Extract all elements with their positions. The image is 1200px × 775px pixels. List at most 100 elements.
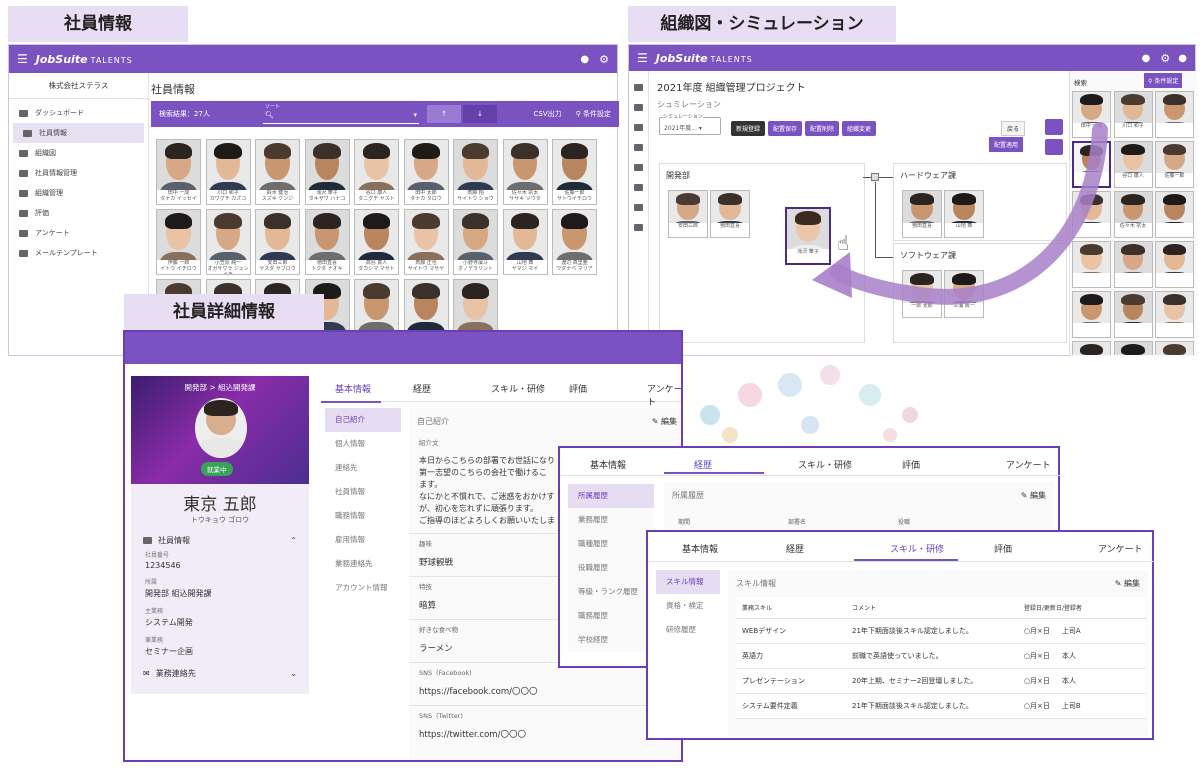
sort-desc-button[interactable]: ↓ xyxy=(463,105,497,123)
sidebar-item-6[interactable]: アンケート xyxy=(9,223,148,243)
table-row[interactable]: 英語力 前職で英語使っていました。 ○月×日 本人 xyxy=(736,643,1146,669)
user-icon[interactable]: ● xyxy=(1178,53,1187,64)
org-button-0[interactable]: 新規登録 xyxy=(731,121,766,136)
info-section-header[interactable]: 社員情報 ⌃ xyxy=(131,525,309,550)
subnav-item-7[interactable]: アカウント情報 xyxy=(325,576,401,600)
sidebar-item-3[interactable]: 社員情報管理 xyxy=(9,163,148,183)
employee-photo[interactable]: 徳田直喜 xyxy=(710,190,750,238)
edit-button[interactable]: ✎ 編集 xyxy=(1115,578,1140,589)
employee-photo[interactable]: 斎藤 翔サイトウ ショウ xyxy=(453,139,498,205)
employee-photo[interactable]: 渡辺 真里亜 ワタナベ マリア xyxy=(552,209,597,275)
edit-button[interactable]: ✎ 編集 xyxy=(1021,490,1046,501)
employee-photo[interactable] xyxy=(1155,91,1194,138)
employee-photo[interactable]: 小笠原 純一 xyxy=(1113,341,1153,355)
org-chart-icon[interactable] xyxy=(634,124,643,131)
menu-icon[interactable]: ☰ xyxy=(637,51,648,65)
employee-photo[interactable] xyxy=(1155,291,1194,338)
employee-photo[interactable]: 斎藤 正也 サイトウ マサヤ xyxy=(403,209,449,275)
subnav-item-4[interactable]: 等級・ランク履歴 xyxy=(568,580,654,604)
sort-asc-button[interactable]: ↑ xyxy=(427,105,461,123)
subnav-item-1[interactable]: 業務履歴 xyxy=(568,508,654,532)
survey-icon[interactable] xyxy=(634,204,643,211)
subnav-item-0[interactable]: 所属履歴 xyxy=(568,484,654,508)
sidebar-item-7[interactable]: メールテンプレート xyxy=(9,243,148,263)
employee-photo[interactable]: 安田三郎 xyxy=(668,190,708,238)
employee-photo[interactable] xyxy=(1155,191,1194,238)
org-manage-icon[interactable] xyxy=(634,164,643,171)
subnav-item-5[interactable]: 雇用情報 xyxy=(325,528,401,552)
employee-photo[interactable] xyxy=(1155,241,1194,288)
subnav-item-5[interactable]: 職務履歴 xyxy=(568,604,654,628)
tab-2[interactable]: スキル・研修 xyxy=(491,382,545,395)
employee-photo[interactable]: 田中 一成 タナカ イッセイ xyxy=(156,139,201,205)
filter-button[interactable]: ⚲ 条件設定 xyxy=(576,109,611,119)
employee-photo[interactable]: 滝沢 華子 タキザワ ハナコ xyxy=(304,139,350,205)
sidebar-item-2[interactable]: 組織図 xyxy=(9,143,148,163)
employee-photo[interactable]: 小笠原 純一 オガサワラ ジュンイチ xyxy=(205,209,251,275)
subnav-item-1[interactable]: 資格・検定 xyxy=(656,594,720,618)
mail-template-icon[interactable] xyxy=(634,224,643,231)
employee-photo[interactable]: 佐々木 宗太 ササキ ソウタ xyxy=(502,139,548,205)
subnav-item-3[interactable]: 役職履歴 xyxy=(568,556,654,580)
employee-photo[interactable]: 谷口 康人 タニグチ ヤスト xyxy=(354,139,399,205)
subnav-item-2[interactable]: 研修履歴 xyxy=(656,618,720,642)
employee-photo[interactable] xyxy=(1155,341,1194,355)
sidebar-item-5[interactable]: 評価 xyxy=(9,203,148,223)
tab-3[interactable]: 評価 xyxy=(902,458,920,471)
trophy-icon[interactable] xyxy=(634,184,643,191)
subnav-item-2[interactable]: 連絡先 xyxy=(325,456,401,480)
tab-1[interactable]: 経歴 xyxy=(786,542,804,555)
sidebar-item-0[interactable]: ダッシュボード xyxy=(9,103,148,123)
csv-export-button[interactable]: CSV出力 xyxy=(534,109,562,119)
employee-photo[interactable]: 川口 和子 xyxy=(1113,91,1153,138)
employee-photo[interactable] xyxy=(1113,241,1153,288)
tab-2[interactable]: スキル・研修 xyxy=(890,542,944,555)
sidebar-item-1[interactable]: 社員情報 xyxy=(13,123,144,143)
simulation-select[interactable]: シミュレーション 2021年度... ▾ xyxy=(659,113,721,135)
employee-photo[interactable]: 川口 和子 カワグチ カズコ xyxy=(205,139,251,205)
employee-photo[interactable]: 伊藤 一郎 イトウ イチロウ xyxy=(156,209,201,275)
subnav-item-0[interactable]: 自己紹介 xyxy=(325,408,401,432)
employee-photo[interactable]: 安田三郎 ヤスダ サブロウ xyxy=(255,209,300,275)
sort-select[interactable]: ソート 🔍︎ ▾ xyxy=(263,104,419,124)
employee-photo[interactable]: 田中 太郎 タナカ タロウ xyxy=(403,139,449,205)
tab-3[interactable]: 評価 xyxy=(569,382,587,395)
contact-section-header[interactable]: ✉ 業務連絡先 ⌄ xyxy=(131,664,309,683)
menu-icon[interactable]: ☰ xyxy=(17,52,28,66)
dashboard-icon[interactable] xyxy=(634,84,643,91)
employee-photo[interactable]: 小野寺凜斗 オノデラリント xyxy=(453,209,498,275)
tab-3[interactable]: 評価 xyxy=(994,542,1012,555)
tab-4[interactable]: アンケート xyxy=(647,382,681,408)
tab-4[interactable]: アンケート xyxy=(1098,542,1143,555)
bell-icon[interactable]: ● xyxy=(580,54,589,65)
subnav-item-0[interactable]: スキル情報 xyxy=(656,570,720,594)
org-button-1[interactable]: 配置保存 xyxy=(768,121,803,136)
table-row[interactable]: プレゼンテーション 20年上期、セミナー2回登壇しました。 ○月×日 本人 xyxy=(736,668,1146,694)
sidebar-item-4[interactable]: 組織管理 xyxy=(9,183,148,203)
table-row[interactable]: WEBデザイン 21年下期面談後スキル認定しました。 ○月×日 上司A xyxy=(736,618,1146,644)
tab-1[interactable]: 経歴 xyxy=(694,458,712,471)
subnav-item-1[interactable]: 個人情報 xyxy=(325,432,401,456)
gear-icon[interactable]: ⚙ xyxy=(599,53,609,66)
employee-photo[interactable]: 谷口 康人 xyxy=(1113,141,1153,188)
tab-1[interactable]: 経歴 xyxy=(413,382,431,395)
employee-photo[interactable]: 佐藤一郎 xyxy=(1155,141,1194,188)
tab-2[interactable]: スキル・研修 xyxy=(798,458,852,471)
edit-button[interactable]: ✎ 編集 xyxy=(652,416,677,427)
employee-photo[interactable]: 佐藤一郎 サトウイチロウ xyxy=(552,139,597,205)
employee-photo[interactable]: 佐々木 宗太 xyxy=(1113,191,1153,238)
people-icon[interactable] xyxy=(634,104,643,111)
filter-button[interactable]: ⚲ 条件設定 xyxy=(1144,73,1183,88)
subnav-item-6[interactable]: 学校経歴 xyxy=(568,628,654,652)
tab-4[interactable]: アンケート xyxy=(1006,458,1051,471)
employee-photo[interactable]: 徳田直喜 トクダ ナオキ xyxy=(304,209,350,275)
person-icon[interactable] xyxy=(634,144,643,151)
subnav-item-4[interactable]: 職務情報 xyxy=(325,504,401,528)
subnav-item-2[interactable]: 職種履歴 xyxy=(568,532,654,556)
subnav-item-3[interactable]: 社員情報 xyxy=(325,480,401,504)
tab-0[interactable]: 基本情報 xyxy=(335,382,371,395)
employee-photo[interactable] xyxy=(1113,291,1153,338)
tab-0[interactable]: 基本情報 xyxy=(682,542,718,555)
gear-icon[interactable]: ⚙ xyxy=(1160,52,1170,65)
employee-photo[interactable]: 鈴木 健治 スズキ ケンジ xyxy=(255,139,300,205)
